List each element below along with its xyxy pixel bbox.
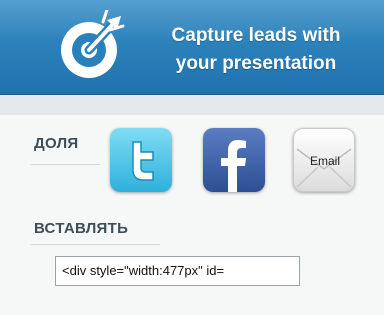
target-arrow-icon	[61, 10, 125, 78]
separator-band	[0, 95, 384, 115]
share-label: ДОЛЯ	[34, 135, 79, 152]
facebook-icon	[221, 140, 246, 192]
embed-rule	[30, 244, 160, 245]
embed-label: ВСТАВЛЯТЬ	[34, 220, 129, 237]
twitter-icon	[132, 141, 154, 181]
embed-code-field[interactable]: <div style="width:477px" id=	[55, 256, 300, 286]
lead-capture-banner[interactable]: Capture leads with your presentation	[0, 0, 384, 95]
banner-line-2: your presentation	[175, 53, 337, 74]
twitter-share-button[interactable]	[110, 128, 172, 192]
banner-text: Capture leads with your presentation	[136, 22, 376, 78]
email-share-button[interactable]: Email	[293, 128, 355, 192]
email-button-label: Email	[309, 154, 340, 168]
share-rule	[30, 164, 100, 165]
facebook-share-button[interactable]	[203, 128, 265, 192]
banner-line-1: Capture leads with	[171, 25, 341, 46]
